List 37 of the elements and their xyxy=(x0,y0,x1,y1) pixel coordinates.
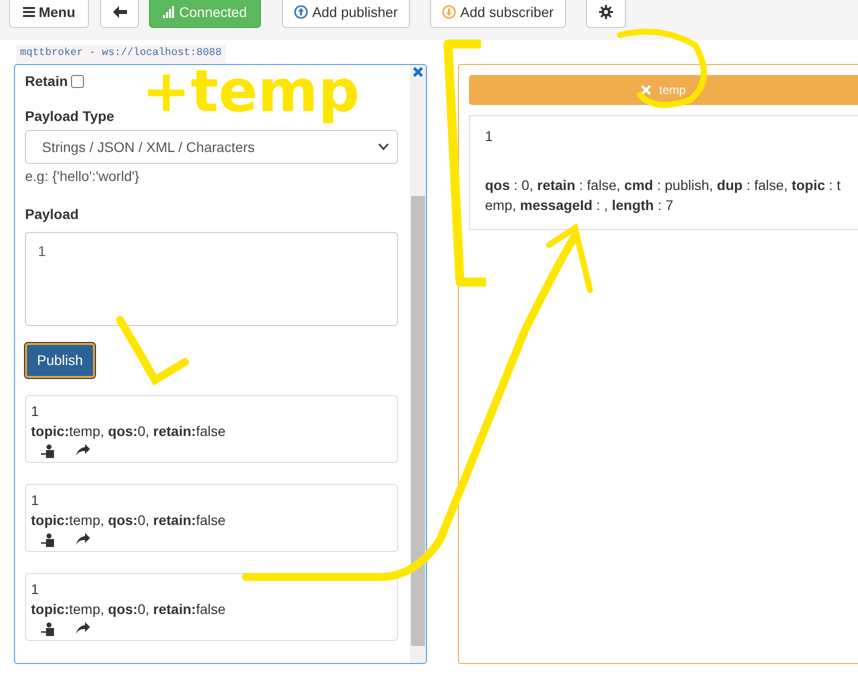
import-icon[interactable] xyxy=(41,622,55,636)
download-icon xyxy=(442,5,456,19)
menu-button[interactable]: Menu xyxy=(9,0,89,28)
publish-button[interactable]: Publish xyxy=(25,343,95,378)
close-icon[interactable] xyxy=(412,66,424,78)
payload-field[interactable]: 1 xyxy=(25,232,398,326)
payload-type-label: Payload Type xyxy=(25,106,116,126)
settings-button[interactable] xyxy=(586,0,626,28)
back-arrow-icon xyxy=(112,6,126,18)
message-payload: 1 xyxy=(31,491,40,510)
menu-icon xyxy=(22,6,35,18)
scrollbar[interactable] xyxy=(410,64,426,663)
retain-label: Retain xyxy=(25,72,68,91)
payload-label: Payload xyxy=(25,205,80,224)
add-publisher-button[interactable]: Add publisher xyxy=(282,0,410,28)
import-icon[interactable] xyxy=(41,444,55,458)
share-icon[interactable] xyxy=(76,533,90,546)
message-payload: 1 xyxy=(31,402,40,422)
hint-text: e.g: {'hello':'world'} xyxy=(25,167,140,186)
add-subscriber-button[interactable]: Add subscriber xyxy=(430,0,566,28)
share-icon[interactable] xyxy=(76,444,90,456)
back-button[interactable] xyxy=(100,0,139,28)
broker-label: mqttbroker - ws://localhost:8088 xyxy=(16,45,226,63)
message-meta: topic:temp, qos:0, retain:false xyxy=(31,422,227,442)
retain-checkbox[interactable] xyxy=(71,74,84,88)
settings-icon xyxy=(599,5,613,19)
chevron-down-icon xyxy=(378,143,389,152)
payload-type-select[interactable]: Strings / JSON / XML / Characters xyxy=(25,130,398,164)
share-icon[interactable] xyxy=(76,622,90,634)
message-meta: qos : 0, retain : false, cmd : publish, dup : false, topic : temp, messageId : , length : 7 xyxy=(485,176,842,216)
message-payload: 1 xyxy=(485,126,494,146)
message-meta: topic:temp, qos:0, retain:false xyxy=(31,511,227,530)
message-meta: topic:temp, qos:0, retain:false xyxy=(31,600,227,620)
message-payload: 1 xyxy=(31,580,40,600)
upload-icon xyxy=(294,5,308,19)
import-icon[interactable] xyxy=(41,533,55,548)
signal-icon xyxy=(163,6,176,18)
